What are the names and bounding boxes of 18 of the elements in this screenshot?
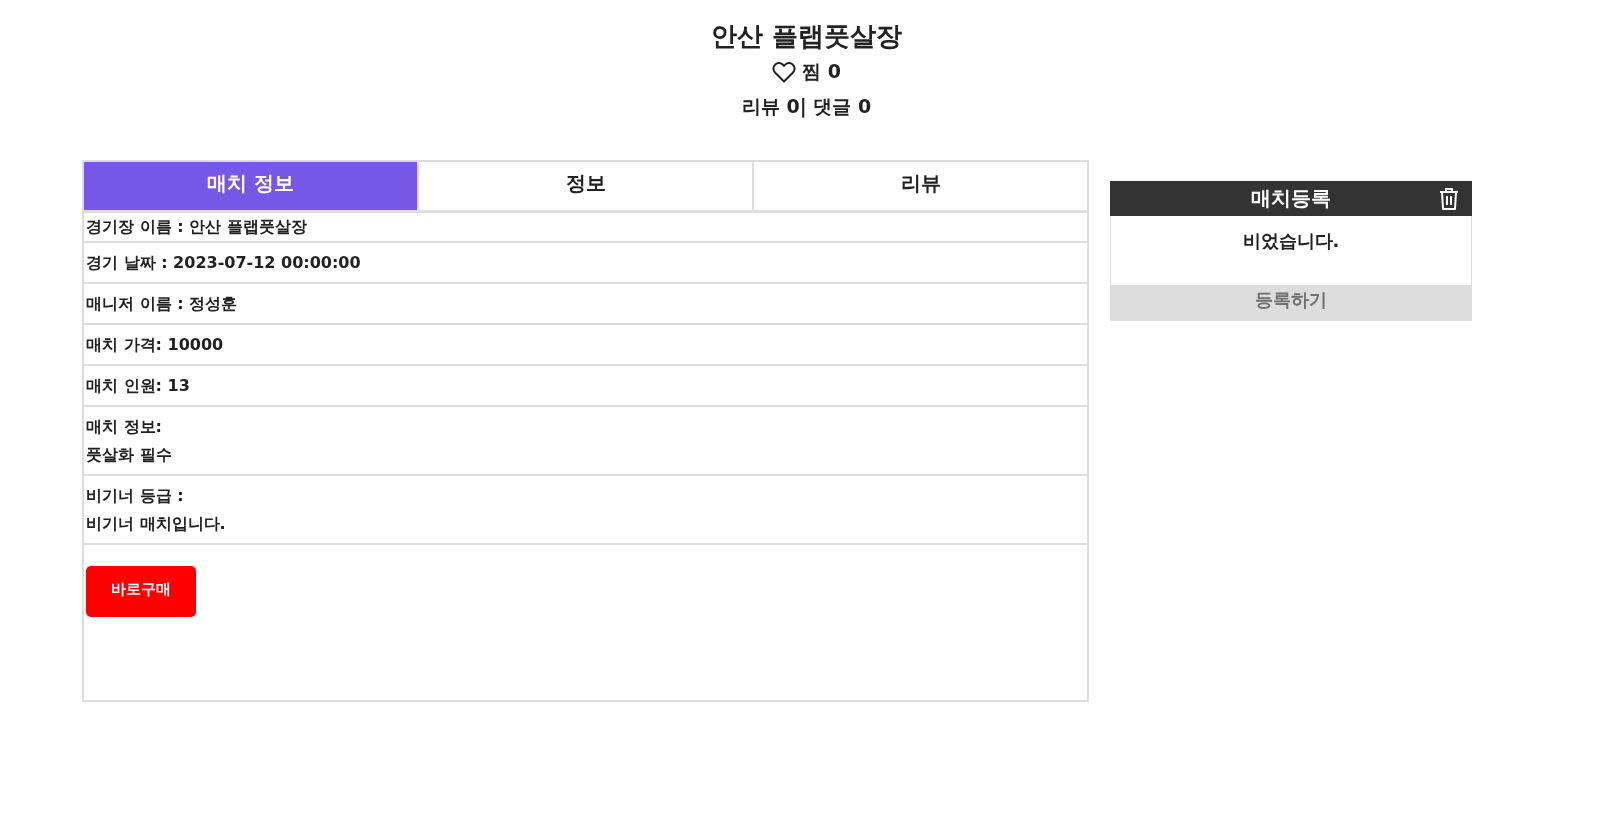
- tab[interactable]: 매치 정보: [84, 162, 419, 210]
- venue-title: 안산 플랩풋살장: [710, 20, 903, 53]
- detail-text: 매치 인원: 13: [86, 375, 191, 397]
- review-comment-count: 리뷰 0| 댓글 0: [741, 94, 872, 120]
- likes-count: 찜 0: [802, 59, 841, 84]
- detail-text: 경기 날짜 : 2023-07-12 00:00:00: [86, 252, 362, 274]
- detail-text: 비기너 등급 :: [86, 485, 185, 507]
- detail-text: 매치 정보:: [86, 416, 163, 438]
- empty-message: 비었습니다.: [1242, 229, 1340, 253]
- detail-text: 매치 가격: 10000: [86, 334, 225, 356]
- buy-now-button[interactable]: 바로구매: [86, 566, 196, 617]
- cart-title: 매치등록: [1251, 185, 1331, 212]
- detail-text: 비기너 매치입니다.: [86, 513, 227, 535]
- detail-text: 경기장 이름 : 안산 플랩풋살장: [86, 216, 308, 238]
- trash-icon[interactable]: [1439, 187, 1459, 210]
- detail-text: 매니저 이름 : 정성훈: [86, 293, 239, 315]
- heart-icon[interactable]: [772, 61, 797, 83]
- detail-text: 풋살화 필수: [86, 444, 173, 466]
